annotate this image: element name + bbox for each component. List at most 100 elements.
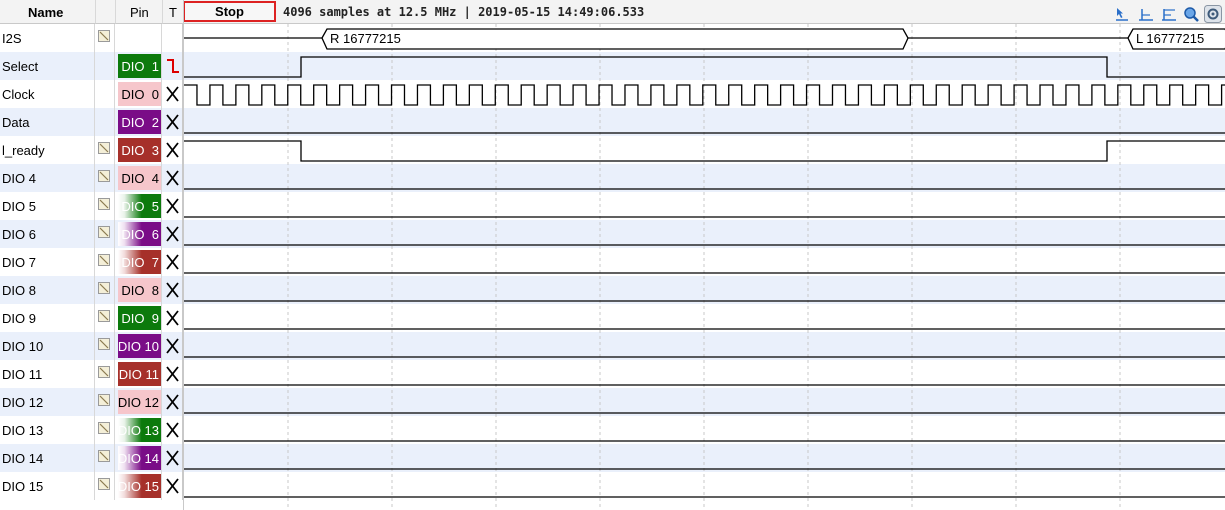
edit-icon[interactable]	[98, 478, 110, 490]
trigger-cell[interactable]	[162, 248, 183, 276]
channel-row[interactable]: Select DIO 1	[0, 52, 1225, 80]
pin-cell[interactable]: DIO 5	[115, 192, 162, 220]
timestamp-icon[interactable]	[1138, 6, 1154, 22]
pin-chip[interactable]: DIO 5	[118, 194, 161, 218]
channel-row[interactable]: DIO 5 DIO 5	[0, 192, 1225, 220]
channel-name-cell[interactable]: Clock	[0, 80, 95, 108]
pin-cell[interactable]: DIO 2	[115, 108, 162, 136]
edit-cell[interactable]	[95, 192, 115, 220]
pin-cell[interactable]: DIO 13	[115, 416, 162, 444]
trigger-cell[interactable]	[162, 80, 183, 108]
trigger-cell[interactable]	[162, 136, 183, 164]
edit-icon[interactable]	[98, 338, 110, 350]
pin-chip[interactable]: DIO 8	[118, 278, 161, 302]
dont-care-trigger-icon[interactable]	[165, 197, 180, 215]
channel-name-cell[interactable]: I2S	[0, 24, 95, 52]
channel-name-cell[interactable]: DIO 5	[0, 192, 95, 220]
pin-chip[interactable]: DIO 7	[118, 250, 161, 274]
edit-icon[interactable]	[98, 142, 110, 154]
trigger-cell[interactable]	[162, 164, 183, 192]
edit-cell[interactable]	[95, 24, 115, 52]
trigger-cell[interactable]	[162, 276, 183, 304]
edit-cell[interactable]	[95, 304, 115, 332]
edit-icon[interactable]	[98, 366, 110, 378]
dont-care-trigger-icon[interactable]	[165, 421, 180, 439]
edit-cell[interactable]	[95, 472, 115, 500]
pin-chip[interactable]: DIO 14	[118, 446, 161, 470]
channel-name-cell[interactable]: DIO 7	[0, 248, 95, 276]
edit-icon[interactable]	[98, 30, 110, 42]
edit-icon[interactable]	[98, 282, 110, 294]
dont-care-trigger-icon[interactable]	[165, 393, 180, 411]
stop-button[interactable]: Stop	[183, 1, 276, 22]
channel-row[interactable]: DIO 13 DIO 13	[0, 416, 1225, 444]
channel-name-cell[interactable]: DIO 11	[0, 360, 95, 388]
channel-name-cell[interactable]: DIO 13	[0, 416, 95, 444]
edit-icon[interactable]	[98, 170, 110, 182]
pin-chip[interactable]: DIO 1	[118, 54, 161, 78]
pin-cell[interactable]: DIO 15	[115, 472, 162, 500]
trigger-cell[interactable]	[162, 388, 183, 416]
dont-care-trigger-icon[interactable]	[165, 225, 180, 243]
edit-cell[interactable]	[95, 360, 115, 388]
edit-cell[interactable]	[95, 276, 115, 304]
select-cursor-icon[interactable]	[1114, 6, 1130, 22]
dont-care-trigger-icon[interactable]	[165, 253, 180, 271]
channel-name-cell[interactable]: DIO 12	[0, 388, 95, 416]
edit-cell[interactable]	[95, 220, 115, 248]
dont-care-trigger-icon[interactable]	[165, 113, 180, 131]
dont-care-trigger-icon[interactable]	[165, 365, 180, 383]
dont-care-trigger-icon[interactable]	[165, 309, 180, 327]
dont-care-trigger-icon[interactable]	[165, 449, 180, 467]
edit-icon[interactable]	[98, 310, 110, 322]
channel-name-cell[interactable]: DIO 8	[0, 276, 95, 304]
edit-icon[interactable]	[98, 198, 110, 210]
pin-cell[interactable]: DIO 7	[115, 248, 162, 276]
channel-name-cell[interactable]: DIO 15	[0, 472, 95, 500]
pin-cell[interactable]: DIO 14	[115, 444, 162, 472]
pin-cell[interactable]: DIO 0	[115, 80, 162, 108]
edit-cell[interactable]	[95, 416, 115, 444]
pin-cell[interactable]: DIO 11	[115, 360, 162, 388]
edit-icon[interactable]	[98, 254, 110, 266]
channel-name-cell[interactable]: DIO 6	[0, 220, 95, 248]
channel-name-cell[interactable]: DIO 14	[0, 444, 95, 472]
channel-row[interactable]: Data DIO 2	[0, 108, 1225, 136]
trigger-cell[interactable]	[162, 444, 183, 472]
edit-cell[interactable]	[95, 248, 115, 276]
pin-chip[interactable]: DIO 0	[118, 82, 161, 106]
pin-chip[interactable]: DIO 6	[118, 222, 161, 246]
pin-cell[interactable]: DIO 4	[115, 164, 162, 192]
pin-cell[interactable]: DIO 8	[115, 276, 162, 304]
trigger-cell[interactable]	[162, 304, 183, 332]
channel-name-cell[interactable]: DIO 9	[0, 304, 95, 332]
trigger-cell[interactable]	[162, 108, 183, 136]
pin-chip[interactable]: DIO 10	[118, 334, 161, 358]
channel-row[interactable]: DIO 8 DIO 8	[0, 276, 1225, 304]
pin-cell[interactable]	[115, 24, 162, 52]
channel-row[interactable]: l_ready DIO 3	[0, 136, 1225, 164]
channel-row[interactable]: DIO 10 DIO 10	[0, 332, 1225, 360]
pin-cell[interactable]: DIO 3	[115, 136, 162, 164]
edit-cell[interactable]	[95, 444, 115, 472]
trigger-cell[interactable]	[162, 24, 183, 52]
channel-name-cell[interactable]: DIO 4	[0, 164, 95, 192]
channel-name-cell[interactable]: Data	[0, 108, 95, 136]
trigger-cell[interactable]	[162, 192, 183, 220]
pin-chip[interactable]: DIO 13	[118, 418, 161, 442]
channel-row[interactable]: Clock DIO 0	[0, 80, 1225, 108]
trigger-cell[interactable]	[162, 332, 183, 360]
pin-chip[interactable]: DIO 2	[118, 110, 161, 134]
edit-cell[interactable]	[95, 388, 115, 416]
edit-cell[interactable]	[95, 136, 115, 164]
pin-chip[interactable]: DIO 11	[118, 362, 161, 386]
trigger-cell[interactable]	[162, 220, 183, 248]
zoom-icon[interactable]	[1183, 6, 1199, 22]
trigger-cell[interactable]	[162, 360, 183, 388]
pin-chip[interactable]: DIO 12	[118, 390, 161, 414]
channel-row[interactable]: DIO 7 DIO 7	[0, 248, 1225, 276]
dont-care-trigger-icon[interactable]	[165, 141, 180, 159]
measure-icon[interactable]	[1161, 6, 1177, 22]
dont-care-trigger-icon[interactable]	[165, 477, 180, 495]
pin-cell[interactable]: DIO 12	[115, 388, 162, 416]
